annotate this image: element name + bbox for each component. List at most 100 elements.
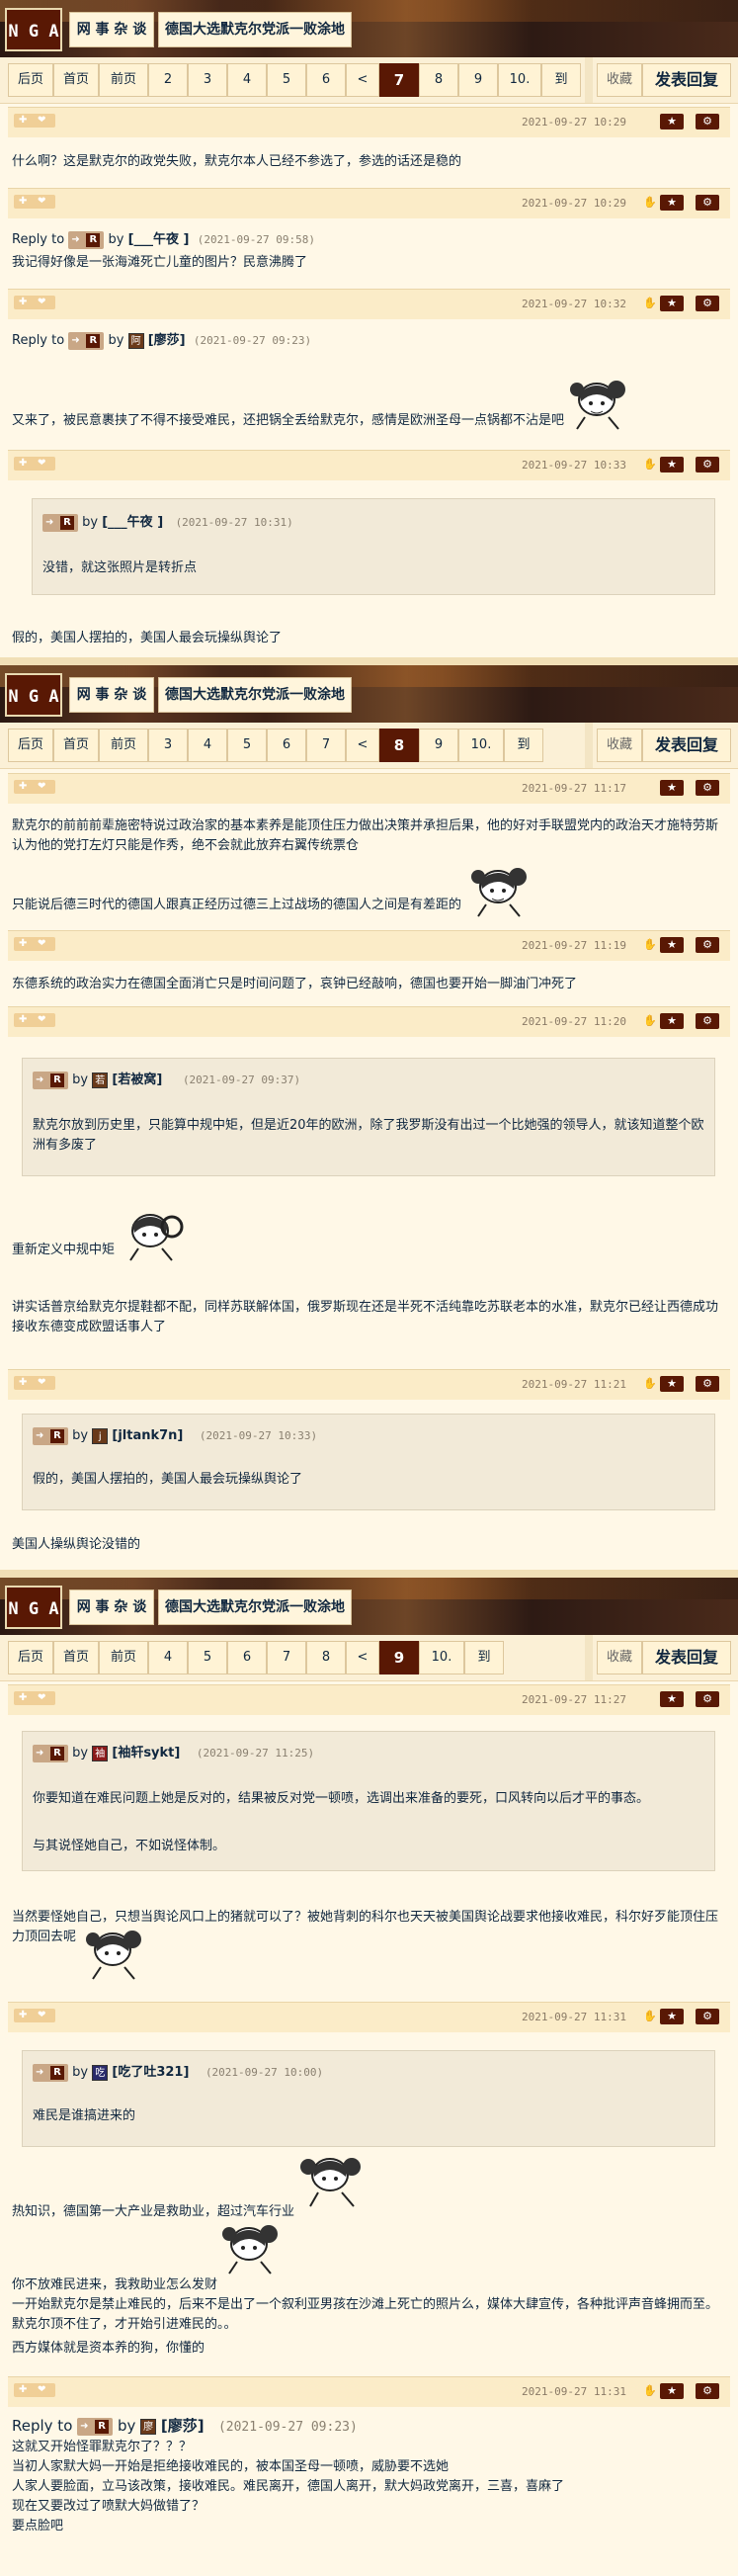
page-number[interactable]: 10. — [458, 729, 504, 762]
page-number[interactable]: 8 — [419, 63, 458, 97]
quoted-username[interactable]: [jltank7n] — [112, 1428, 183, 1443]
thread-title-tab[interactable]: 德国大选默克尔党派一败涂地 — [158, 677, 352, 713]
hand-icon[interactable]: ✋ — [643, 298, 657, 309]
rating-badge[interactable]: ✚ ❤ — [14, 1376, 55, 1390]
nga-logo[interactable]: N G A — [5, 1586, 62, 1629]
hand-icon[interactable]: ✋ — [643, 939, 657, 951]
gear-icon[interactable]: ⚙ — [696, 780, 719, 796]
rating-badge[interactable]: ✚ ❤ — [14, 780, 55, 794]
thread-title-tab[interactable]: 德国大选默克尔党派一败涂地 — [158, 1589, 352, 1625]
page-first-button[interactable]: 首页 — [53, 63, 99, 97]
page-number[interactable]: 5 — [188, 1641, 227, 1674]
page-next-button[interactable]: 后页 — [8, 1641, 53, 1674]
gear-icon[interactable]: ⚙ — [696, 114, 719, 129]
page-first-button[interactable]: 首页 — [53, 1641, 99, 1674]
rating-badge[interactable]: ✚ ❤ — [14, 1691, 55, 1705]
page-number[interactable]: 2 — [148, 63, 188, 97]
page-number[interactable]: 10. — [498, 63, 541, 97]
page-next-button[interactable]: 后页 — [8, 729, 53, 762]
user-avatar[interactable]: 吃 — [92, 2064, 109, 2081]
rating-badge[interactable]: ✚ ❤ — [14, 2009, 55, 2022]
user-avatar[interactable]: 袖 — [92, 1745, 109, 1761]
star-icon[interactable]: ★ — [660, 1691, 684, 1707]
reply-button[interactable]: 发表回复 — [642, 63, 731, 97]
rating-badge[interactable]: ✚ ❤ — [14, 457, 55, 471]
rating-badge[interactable]: ✚ ❤ — [14, 114, 55, 128]
star-icon[interactable]: ★ — [660, 2009, 684, 2024]
gear-icon[interactable]: ⚙ — [696, 2383, 719, 2399]
user-avatar[interactable]: j — [92, 1427, 109, 1444]
nga-logo[interactable]: N G A — [5, 8, 62, 51]
rating-badge[interactable]: ✚ ❤ — [14, 1013, 55, 1027]
page-left-button[interactable]: < — [346, 63, 379, 97]
gear-icon[interactable]: ⚙ — [696, 937, 719, 953]
star-icon[interactable]: ★ — [660, 1376, 684, 1392]
rating-badge[interactable]: ✚ ❤ — [14, 195, 55, 209]
star-icon[interactable]: ★ — [660, 457, 684, 472]
page-number[interactable]: 3 — [148, 729, 188, 762]
gear-icon[interactable]: ⚙ — [696, 195, 719, 211]
thread-title-tab[interactable]: 德国大选默克尔党派一败涂地 — [158, 12, 352, 47]
gear-icon[interactable]: ⚙ — [696, 457, 719, 472]
quoted-username[interactable]: [___午夜 ] — [128, 232, 190, 247]
rating-badge[interactable]: ✚ ❤ — [14, 296, 55, 309]
star-icon[interactable]: ★ — [660, 1013, 684, 1029]
page-left-button[interactable]: < — [346, 729, 379, 762]
hand-icon[interactable]: ✋ — [643, 459, 657, 471]
hand-icon[interactable]: ✋ — [643, 2385, 657, 2397]
star-icon[interactable]: ★ — [660, 937, 684, 953]
page-number[interactable]: 10. — [419, 1641, 464, 1674]
page-number[interactable]: 8 — [306, 1641, 346, 1674]
page-number[interactable]: 3 — [188, 63, 227, 97]
gear-icon[interactable]: ⚙ — [696, 1376, 719, 1392]
user-avatar[interactable]: 若 — [92, 1072, 109, 1088]
reply-button[interactable]: 发表回复 — [642, 729, 731, 762]
hand-icon[interactable]: ✋ — [643, 2011, 657, 2022]
forum-name-tab[interactable]: 网 事 杂 谈 — [69, 677, 154, 713]
page-number[interactable]: 6 — [267, 729, 306, 762]
star-icon[interactable]: ★ — [660, 2383, 684, 2399]
page-left-button[interactable]: < — [346, 1641, 379, 1674]
page-number[interactable]: 7 — [267, 1641, 306, 1674]
quoted-username[interactable]: [廖莎] — [161, 2417, 205, 2435]
page-number[interactable]: 4 — [227, 63, 267, 97]
page-number[interactable]: 6 — [306, 63, 346, 97]
quoted-username[interactable]: [廖莎] — [148, 333, 186, 348]
forum-name-tab[interactable]: 网 事 杂 谈 — [69, 12, 154, 47]
gear-icon[interactable]: ⚙ — [696, 1691, 719, 1707]
user-avatar[interactable]: 廖 — [140, 2418, 157, 2435]
page-next-button[interactable]: 后页 — [8, 63, 53, 97]
rating-badge[interactable]: ✚ ❤ — [14, 2383, 55, 2397]
favorite-button[interactable]: 收藏 — [597, 1641, 642, 1674]
page-number[interactable]: 4 — [188, 729, 227, 762]
star-icon[interactable]: ★ — [660, 195, 684, 211]
star-icon[interactable]: ★ — [660, 780, 684, 796]
page-prev-button[interactable]: 前页 — [99, 729, 148, 762]
favorite-button[interactable]: 收藏 — [597, 63, 642, 97]
reply-button[interactable]: 发表回复 — [642, 1641, 731, 1674]
page-number[interactable]: 6 — [227, 1641, 267, 1674]
star-icon[interactable]: ★ — [660, 296, 684, 311]
rating-badge[interactable]: ✚ ❤ — [14, 937, 55, 951]
quoted-username[interactable]: [吃了吐321] — [112, 2065, 189, 2080]
page-number[interactable]: 5 — [227, 729, 267, 762]
gear-icon[interactable]: ⚙ — [696, 296, 719, 311]
nga-logo[interactable]: N G A — [5, 673, 62, 717]
quoted-username[interactable]: [袖轩sykt] — [112, 1746, 180, 1760]
page-number[interactable]: 5 — [267, 63, 306, 97]
forum-name-tab[interactable]: 网 事 杂 谈 — [69, 1589, 154, 1625]
page-goto-button[interactable]: 到 — [464, 1641, 504, 1674]
hand-icon[interactable]: ✋ — [643, 1015, 657, 1027]
quoted-username[interactable]: [若被窝] — [112, 1073, 162, 1087]
hand-icon[interactable]: ✋ — [643, 1378, 657, 1390]
page-number[interactable]: 4 — [148, 1641, 188, 1674]
hand-icon[interactable]: ✋ — [643, 197, 657, 209]
page-number[interactable]: 9 — [419, 729, 458, 762]
page-first-button[interactable]: 首页 — [53, 729, 99, 762]
page-prev-button[interactable]: 前页 — [99, 63, 148, 97]
user-avatar[interactable]: 阿 — [127, 332, 144, 349]
star-icon[interactable]: ★ — [660, 114, 684, 129]
gear-icon[interactable]: ⚙ — [696, 1013, 719, 1029]
gear-icon[interactable]: ⚙ — [696, 2009, 719, 2024]
page-goto-button[interactable]: 到 — [504, 729, 543, 762]
